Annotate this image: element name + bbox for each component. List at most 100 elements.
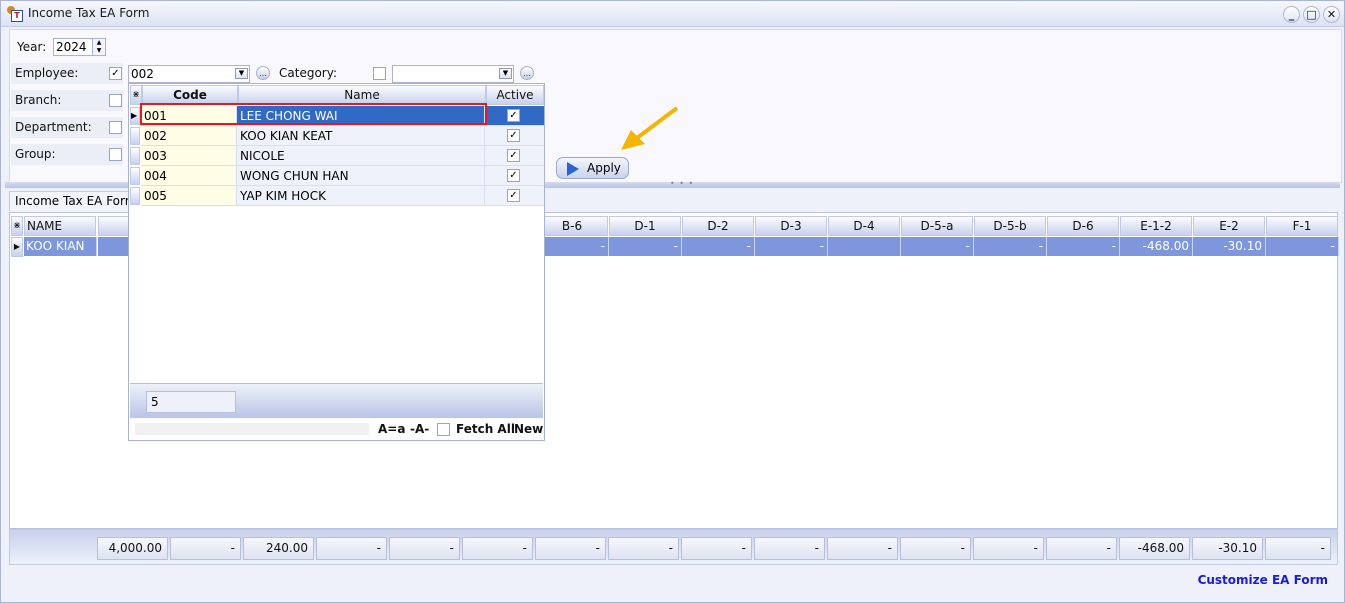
category-browse-button[interactable]: ... xyxy=(520,66,534,80)
grid-cell[interactable]: KOO KIAN ... xyxy=(24,237,97,272)
grid-corner-icon: ⋇ xyxy=(11,216,23,236)
column-header-d-3[interactable]: D-3 xyxy=(755,216,827,236)
column-header-d-6[interactable]: D-6 xyxy=(1047,216,1119,236)
employee-browse-button[interactable]: ... xyxy=(256,66,270,80)
close-button[interactable]: ✕ xyxy=(1323,6,1340,23)
apply-button[interactable]: Apply xyxy=(556,157,629,179)
grid-cell[interactable]: - xyxy=(609,237,682,256)
spin-down-icon[interactable]: ▼ xyxy=(93,47,105,55)
apply-label: Apply xyxy=(587,161,621,175)
partial-match-toggle[interactable]: -A- xyxy=(410,422,429,436)
category-checkbox[interactable] xyxy=(373,67,386,80)
total-cell: 4,000.00 xyxy=(97,537,168,560)
popup-toolbar: A=a -A- Fetch All New xyxy=(130,420,543,440)
employee-active: ✓ xyxy=(485,186,544,206)
total-cell: - xyxy=(754,537,825,560)
employee-code[interactable]: 003 xyxy=(141,146,237,166)
maximize-button[interactable]: □ xyxy=(1303,6,1320,23)
employee-row[interactable]: 003 NICOLE ✓ xyxy=(129,146,544,166)
employee-row[interactable]: 004 WONG CHUN HAN ✓ xyxy=(129,166,544,186)
play-icon xyxy=(567,162,579,176)
employee-active: ✓ xyxy=(485,126,544,146)
minimize-button[interactable]: _ xyxy=(1283,6,1300,23)
column-header-d-4[interactable]: D-4 xyxy=(828,216,900,236)
column-header-b-6[interactable]: B-6 xyxy=(536,216,608,236)
total-cell: - xyxy=(170,537,241,560)
year-input[interactable]: 2024 xyxy=(53,38,93,56)
department-label: Department: xyxy=(15,120,92,134)
employee-name[interactable]: LEE CHONG WAI xyxy=(237,106,485,126)
total-cell: - xyxy=(1046,537,1117,560)
total-cell: - xyxy=(389,537,460,560)
column-header-name[interactable]: NAME xyxy=(24,216,96,236)
fetch-all-label[interactable]: Fetch All xyxy=(456,422,515,436)
column-header-d-1[interactable]: D-1 xyxy=(609,216,681,236)
fetch-all-checkbox[interactable] xyxy=(437,423,450,436)
spin-up-icon[interactable]: ▲ xyxy=(93,39,105,47)
row-indicator xyxy=(130,127,140,145)
category-dropdown-icon[interactable]: ▼ xyxy=(499,68,512,79)
employee-checkbox[interactable]: ✓ xyxy=(109,67,122,80)
employee-name[interactable]: KOO KIAN KEAT xyxy=(237,126,485,146)
column-header-e-1-2[interactable]: E-1-2 xyxy=(1120,216,1192,236)
grid-cell[interactable] xyxy=(828,237,901,256)
active-checkbox[interactable]: ✓ xyxy=(507,129,520,142)
employee-active: ✓ xyxy=(485,106,544,126)
employee-code[interactable]: 001 xyxy=(141,106,237,126)
employee-label: Employee: xyxy=(15,66,79,80)
employee-code[interactable]: 005 xyxy=(141,186,237,206)
column-header-e-2[interactable]: E-2 xyxy=(1193,216,1265,236)
branch-checkbox[interactable] xyxy=(109,94,122,107)
employee-name[interactable]: NICOLE xyxy=(237,146,485,166)
employee-code[interactable]: 002 xyxy=(141,126,237,146)
column-header-active[interactable]: Active xyxy=(486,85,544,105)
employee-row[interactable]: ▶ 001 LEE CHONG WAI ✓ xyxy=(129,106,544,126)
category-combo[interactable] xyxy=(392,65,514,83)
employee-name[interactable]: WONG CHUN HAN xyxy=(237,166,485,186)
column-header-f-1[interactable]: F-1 xyxy=(1266,216,1338,236)
active-checkbox[interactable]: ✓ xyxy=(507,169,520,182)
column-header-name[interactable]: Name xyxy=(238,85,486,105)
total-cell: - xyxy=(535,537,606,560)
new-button[interactable]: New xyxy=(514,422,543,436)
grid-cell[interactable]: - xyxy=(1266,237,1339,256)
employee-row[interactable]: 002 KOO KIAN KEAT ✓ xyxy=(129,126,544,146)
department-checkbox[interactable] xyxy=(109,121,122,134)
total-cell: - xyxy=(827,537,898,560)
employee-combo[interactable]: 002 xyxy=(128,65,250,83)
employee-row[interactable]: 005 YAP KIM HOCK ✓ xyxy=(129,186,544,206)
column-header-code[interactable]: Code xyxy=(142,85,238,105)
grid-cell[interactable]: - xyxy=(901,237,974,256)
customize-ea-form-link[interactable]: Customize EA Form xyxy=(1198,573,1328,587)
branch-label: Branch: xyxy=(15,93,62,107)
employee-lookup-popup: ⋇ Code Name Active 5 A=a -A- Fetch All N… xyxy=(128,83,545,441)
grid-cell[interactable]: -30.10 xyxy=(1193,237,1266,256)
case-sensitive-toggle[interactable]: A=a xyxy=(378,422,405,436)
annotation-arrow-icon xyxy=(621,106,679,150)
employee-code[interactable]: 004 xyxy=(141,166,237,186)
column-header-d-5-b[interactable]: D-5-b xyxy=(974,216,1046,236)
group-checkbox[interactable] xyxy=(109,148,122,161)
total-cell: - xyxy=(681,537,752,560)
active-checkbox[interactable]: ✓ xyxy=(507,189,520,202)
grid-cell[interactable]: - xyxy=(974,237,1047,256)
popup-corner-icon: ⋇ xyxy=(130,85,142,105)
category-label: Category: xyxy=(279,66,337,80)
grid-cell[interactable]: - xyxy=(682,237,755,256)
column-header-d-2[interactable]: D-2 xyxy=(682,216,754,236)
column-header-d-5-a[interactable]: D-5-a xyxy=(901,216,973,236)
grid-cell[interactable]: - xyxy=(1047,237,1120,256)
grid-cell[interactable]: - xyxy=(755,237,828,256)
year-spinner[interactable]: ▲ ▼ xyxy=(92,38,106,56)
grid-cell[interactable]: - xyxy=(536,237,609,256)
employee-dropdown-icon[interactable]: ▼ xyxy=(235,68,248,79)
active-checkbox[interactable]: ✓ xyxy=(507,109,520,122)
active-checkbox[interactable]: ✓ xyxy=(507,149,520,162)
row-indicator: ▶ xyxy=(130,107,140,125)
grid-cell[interactable]: -468.00 xyxy=(1120,237,1193,256)
progress-bar xyxy=(135,423,369,435)
app-icon: T xyxy=(7,6,23,22)
employee-name[interactable]: YAP KIM HOCK xyxy=(237,186,485,206)
window-title: Income Tax EA Form xyxy=(28,6,150,20)
employee-active: ✓ xyxy=(485,166,544,186)
